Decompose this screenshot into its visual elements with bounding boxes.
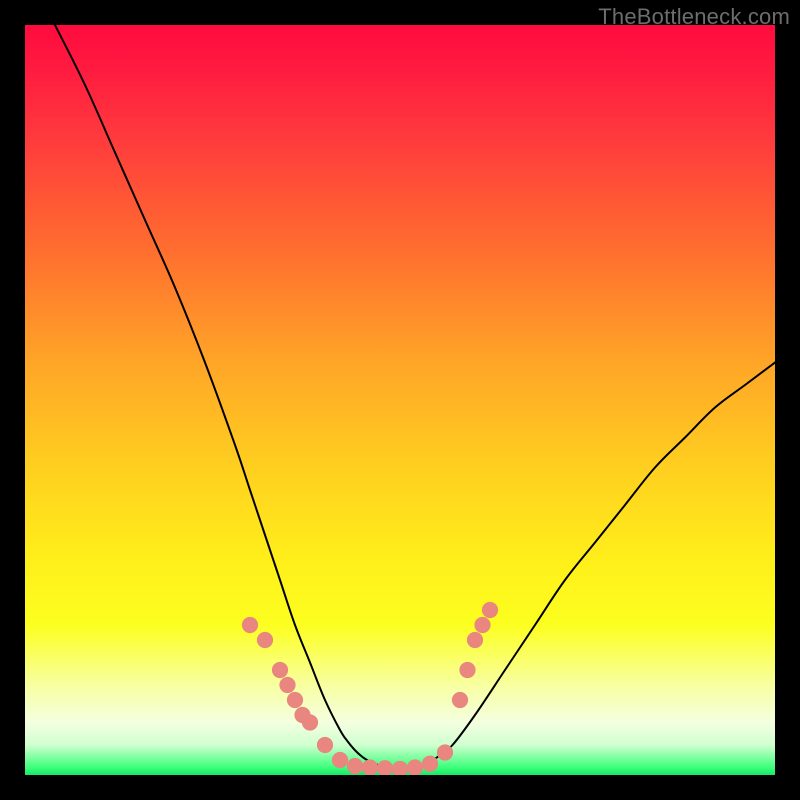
marker-dot [332,752,348,768]
marker-dot [377,760,393,775]
marker-dot [242,617,258,633]
marker-dot [452,692,468,708]
marker-dot [257,632,273,648]
marker-dot [467,632,483,648]
marker-dot [287,692,303,708]
marker-dot [407,759,423,775]
bottleneck-curve [55,25,775,769]
marker-dot [317,737,333,753]
marker-dot [459,662,475,678]
marker-dot [362,759,378,775]
marker-dot [482,602,498,618]
watermark-text: TheBottleneck.com [598,4,790,30]
marker-dot [392,761,408,775]
marker-dot [422,756,438,772]
marker-dot [272,662,288,678]
plot-area [25,25,775,775]
curve-markers [242,602,498,775]
curve-svg [25,25,775,775]
chart-frame: TheBottleneck.com [0,0,800,800]
marker-dot [474,617,490,633]
marker-dot [279,677,295,693]
marker-dot [437,744,453,760]
marker-dot [347,758,363,774]
marker-dot [302,714,318,730]
